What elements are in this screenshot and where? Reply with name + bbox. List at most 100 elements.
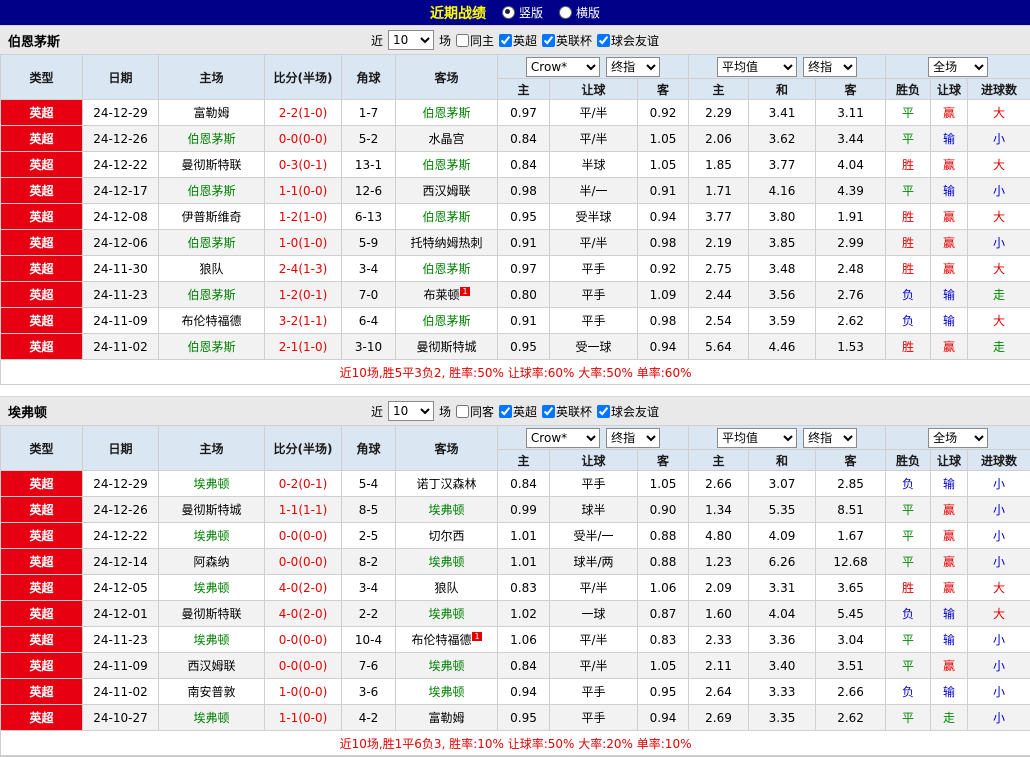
league-cell: 英超	[1, 230, 83, 256]
layout-radio-horizontal[interactable]: 横版	[559, 4, 600, 21]
avg-draw-cell: 3.77	[749, 152, 816, 178]
near-label: 近	[371, 32, 383, 49]
away-team-cell: 伯恩茅斯	[396, 256, 498, 282]
league-checkbox-eflcup[interactable]: 英联杯	[542, 32, 592, 49]
match-count-select[interactable]: 10	[388, 30, 434, 50]
home-team-cell: 曼彻斯特城	[159, 497, 265, 523]
odds-home-cell: 0.84	[498, 152, 550, 178]
result-cell: 输	[931, 627, 968, 653]
league-checkbox-eflcup-input[interactable]	[542, 405, 555, 418]
avg-away-cell: 2.99	[816, 230, 886, 256]
result-cell: 赢	[931, 575, 968, 601]
corner-cell: 3-4	[342, 575, 396, 601]
score-cell: 1-1(0-0)	[265, 705, 342, 731]
league-cell: 英超	[1, 334, 83, 360]
result-cell: 小	[968, 126, 1030, 152]
same-venue-checkbox[interactable]: 同客	[456, 403, 494, 420]
result-cell: 负	[886, 601, 931, 627]
league-checkbox-epl[interactable]: 英超	[499, 403, 537, 420]
corner-cell: 8-2	[342, 549, 396, 575]
avg-away-cell: 3.51	[816, 653, 886, 679]
avg-draw-cell: 4.46	[749, 334, 816, 360]
scope-select[interactable]: 全场	[928, 57, 988, 77]
league-checkbox-epl-input[interactable]	[499, 405, 512, 418]
league-cell: 英超	[1, 100, 83, 126]
layout-radio-vertical[interactable]: 竖版	[502, 4, 543, 21]
sub-header-odds-home: 主	[498, 79, 550, 100]
league-checkbox-eflcup-input[interactable]	[542, 34, 555, 47]
home-team-cell: 狼队	[159, 256, 265, 282]
away-team-cell: 西汉姆联	[396, 178, 498, 204]
match-row: 英超24-10-27埃弗顿1-1(0-0)4-2富勒姆0.95平手0.942.6…	[1, 705, 1030, 731]
odds-away-cell: 0.90	[638, 497, 689, 523]
result-cell: 胜	[886, 152, 931, 178]
sub-header-avg-away: 客	[816, 450, 886, 471]
result-cell: 输	[931, 679, 968, 705]
red-card-badge: 1	[472, 632, 481, 641]
league-checkbox-friendly[interactable]: 球会友谊	[597, 403, 659, 420]
result-cell: 平	[886, 178, 931, 204]
matches-table: 类型 日期 主场 比分(半场) 角球 客场 Crow* 终指 平均值 终指	[0, 425, 1030, 756]
match-row: 英超24-12-22曼彻斯特联0-3(0-1)13-1伯恩茅斯0.84半球1.0…	[1, 152, 1030, 178]
league-checkbox-friendly-input[interactable]	[597, 405, 610, 418]
result-cell: 胜	[886, 334, 931, 360]
league-checkbox-eflcup[interactable]: 英联杯	[542, 403, 592, 420]
games-label: 场	[439, 403, 451, 420]
odds-away-cell: 0.87	[638, 601, 689, 627]
result-cell: 走	[931, 705, 968, 731]
date-cell: 24-11-23	[83, 627, 159, 653]
odds-stage-select[interactable]: 终指	[606, 57, 660, 77]
score-cell: 0-0(0-0)	[265, 549, 342, 575]
avg-stage-select[interactable]: 终指	[803, 428, 857, 448]
avg-draw-cell: 4.09	[749, 523, 816, 549]
avg-home-cell: 2.33	[689, 627, 749, 653]
bookmaker-select[interactable]: Crow*	[526, 57, 600, 77]
radio-label-text: 竖版	[519, 4, 543, 21]
summary-text: 近10场,胜1平6负3, 胜率:10% 让球率:50% 大率:20% 单率:10…	[1, 731, 1030, 756]
radio-icon	[502, 6, 515, 19]
score-cell: 4-0(2-0)	[265, 601, 342, 627]
avg-home-cell: 4.80	[689, 523, 749, 549]
match-count-select[interactable]: 10	[388, 401, 434, 421]
sub-header-result: 胜负	[886, 79, 931, 100]
average-select[interactable]: 平均值	[717, 428, 797, 448]
result-cell: 平	[886, 627, 931, 653]
avg-stage-select[interactable]: 终指	[803, 57, 857, 77]
league-checkbox-epl-input[interactable]	[499, 34, 512, 47]
league-checkbox-friendly[interactable]: 球会友谊	[597, 32, 659, 49]
result-cell: 赢	[931, 256, 968, 282]
league-checkbox-friendly-input[interactable]	[597, 34, 610, 47]
same-venue-checkbox-input[interactable]	[456, 34, 469, 47]
same-venue-checkbox-input[interactable]	[456, 405, 469, 418]
match-row: 英超24-11-23埃弗顿0-0(0-0)10-4布伦特福德11.06平/半0.…	[1, 627, 1030, 653]
date-cell: 24-11-02	[83, 334, 159, 360]
away-team-cell: 伯恩茅斯	[396, 152, 498, 178]
same-venue-checkbox[interactable]: 同主	[456, 32, 494, 49]
odds-home-cell: 1.02	[498, 601, 550, 627]
corner-cell: 13-1	[342, 152, 396, 178]
odds-home-cell: 0.95	[498, 705, 550, 731]
date-cell: 24-12-22	[83, 523, 159, 549]
scope-select[interactable]: 全场	[928, 428, 988, 448]
average-select[interactable]: 平均值	[717, 57, 797, 77]
date-cell: 24-12-26	[83, 497, 159, 523]
handicap-cell: 半球	[550, 152, 638, 178]
result-cell: 负	[886, 471, 931, 497]
top-nav-bar: 近期战绩 竖版 横版	[0, 0, 1030, 25]
score-cell: 0-0(0-0)	[265, 653, 342, 679]
avg-home-cell: 1.85	[689, 152, 749, 178]
bookmaker-select[interactable]: Crow*	[526, 428, 600, 448]
date-cell: 24-11-23	[83, 282, 159, 308]
games-label: 场	[439, 32, 451, 49]
league-cell: 英超	[1, 256, 83, 282]
odds-home-cell: 0.91	[498, 308, 550, 334]
col-header-home: 主场	[159, 426, 265, 471]
date-cell: 24-12-14	[83, 549, 159, 575]
sub-header-goals-result: 进球数	[968, 79, 1030, 100]
league-checkbox-epl[interactable]: 英超	[499, 32, 537, 49]
avg-draw-cell: 3.80	[749, 204, 816, 230]
score-cell: 2-2(1-0)	[265, 100, 342, 126]
odds-away-cell: 1.06	[638, 575, 689, 601]
odds-stage-select[interactable]: 终指	[606, 428, 660, 448]
matches-tbody: 英超24-12-29富勒姆2-2(1-0)1-7伯恩茅斯0.97平/半0.922…	[1, 100, 1030, 360]
